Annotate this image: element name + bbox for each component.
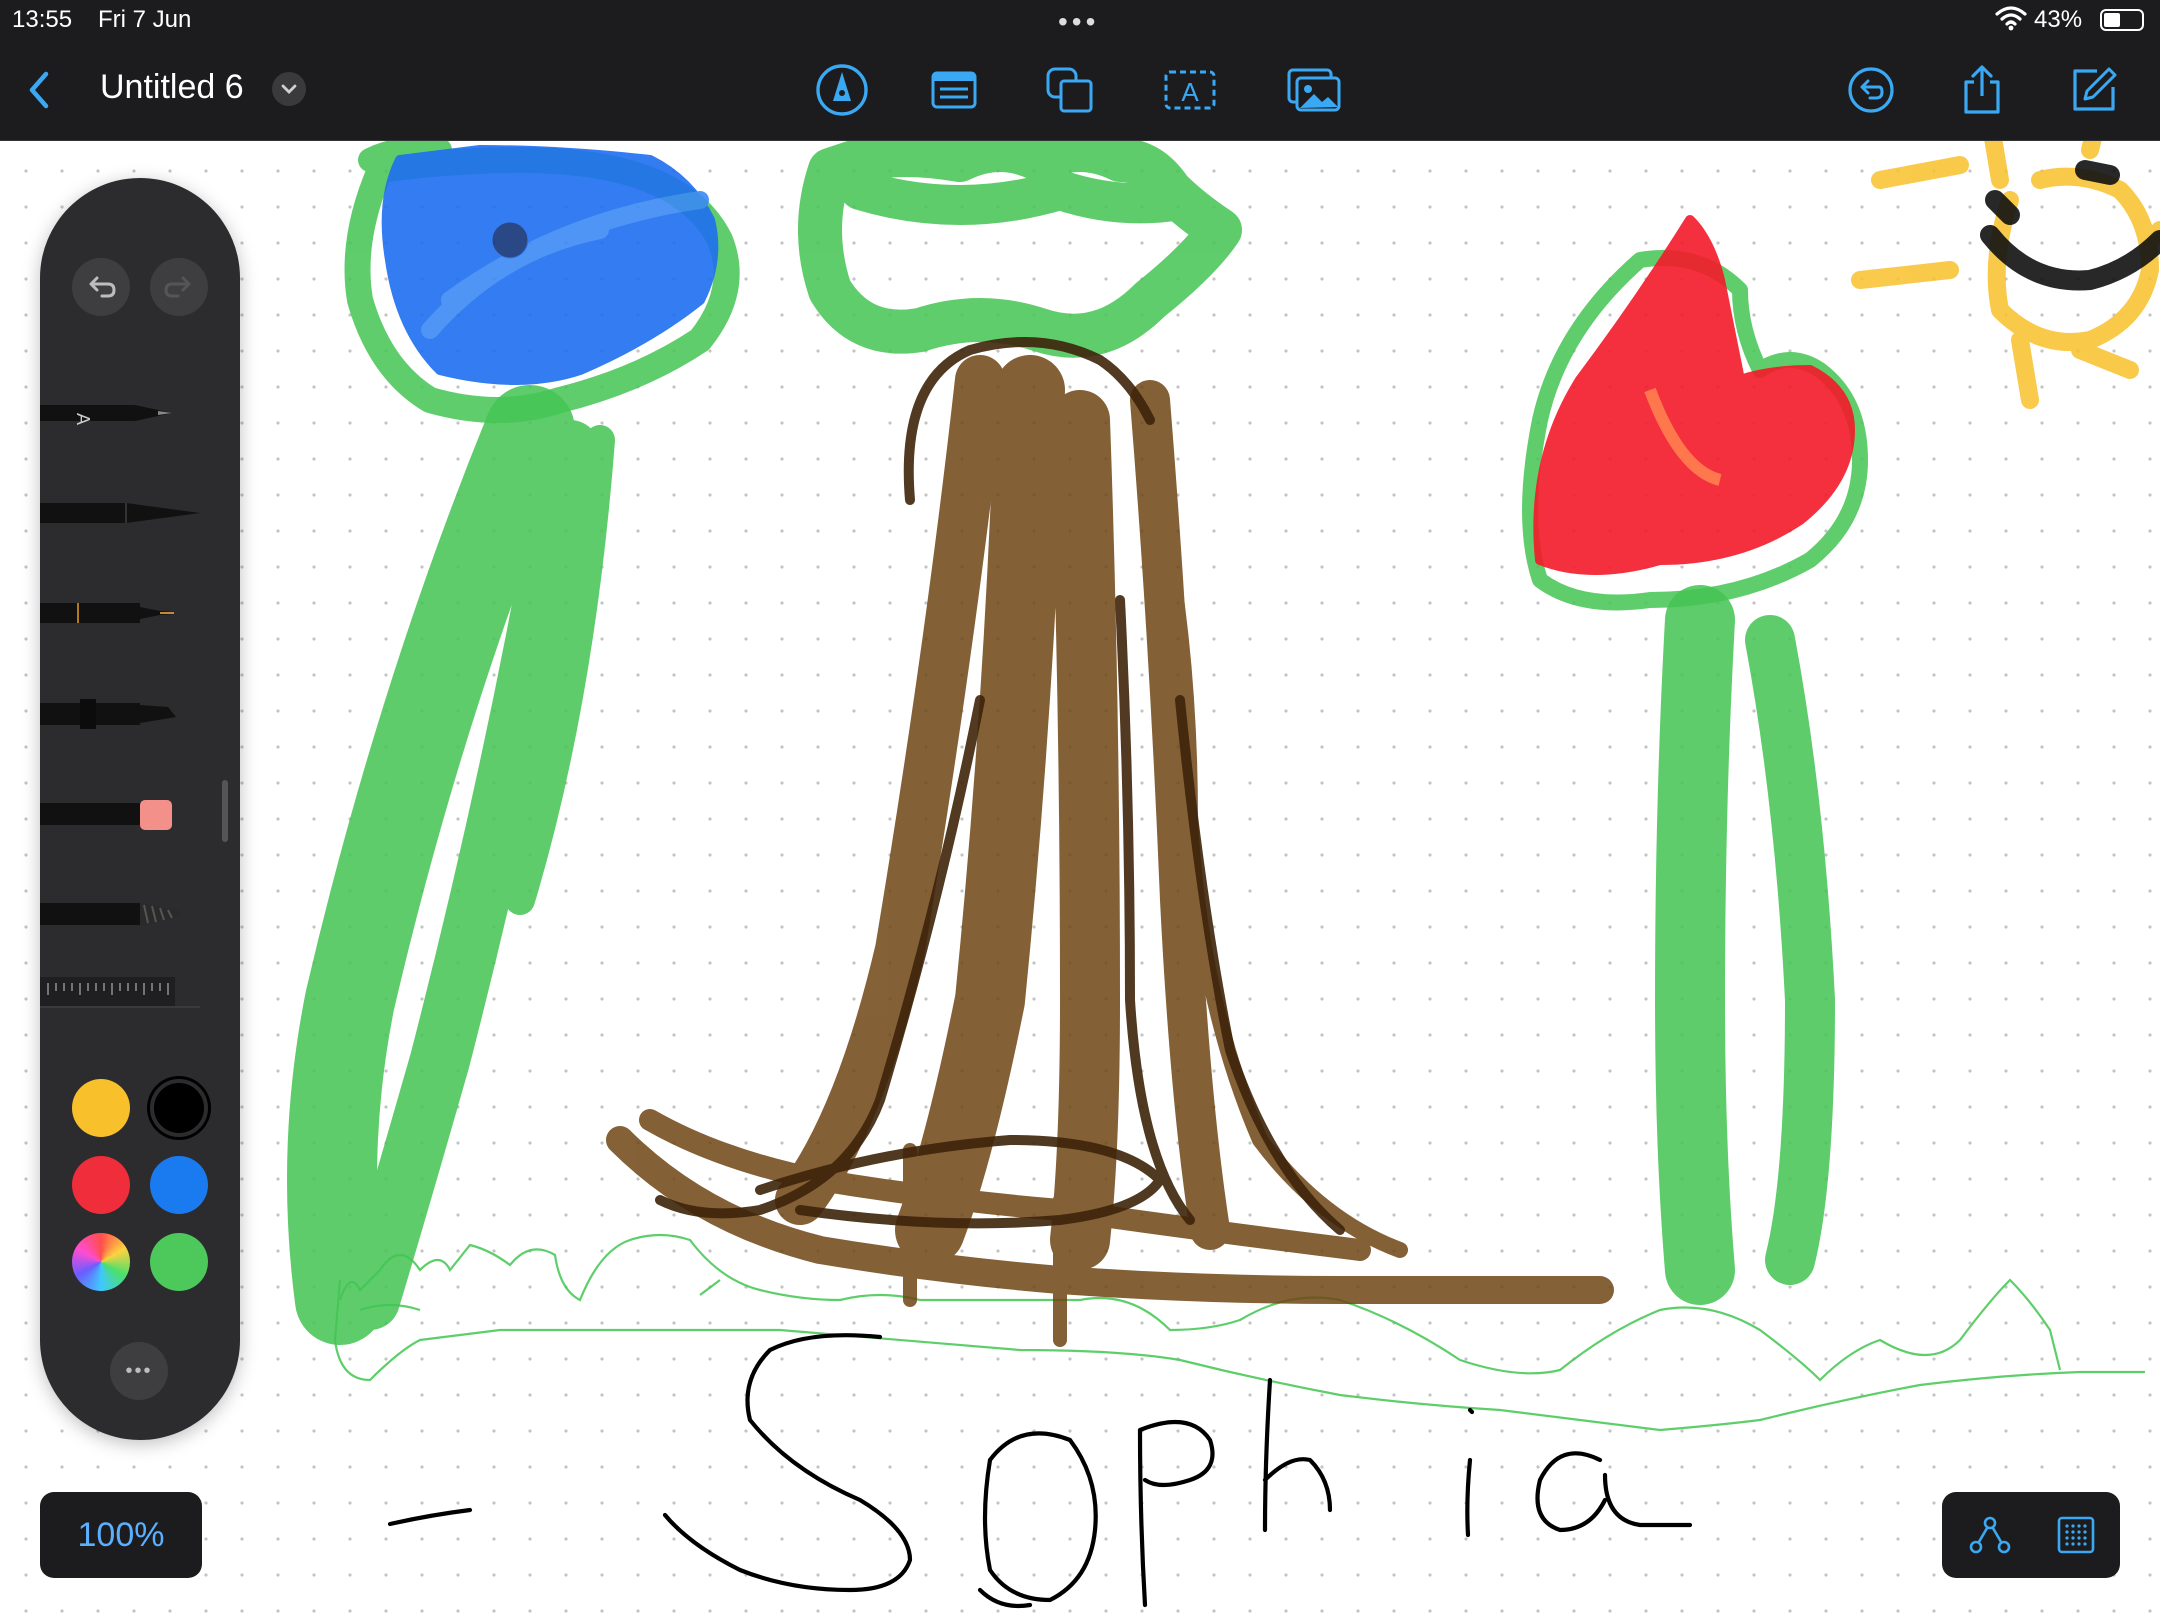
battery-icon xyxy=(2100,9,2144,31)
color-picker-multicolor[interactable] xyxy=(72,1233,130,1291)
left-flower-head xyxy=(381,145,719,385)
back-button[interactable] xyxy=(12,62,68,118)
shapes-icon xyxy=(1046,67,1093,113)
compose-icon xyxy=(2073,67,2117,111)
color-swatch-yellow[interactable] xyxy=(72,1079,130,1137)
right-flower-head xyxy=(1533,215,1855,575)
ruler-icon xyxy=(40,977,200,1008)
middle-tree-crown xyxy=(798,141,1242,358)
fineliner-icon xyxy=(40,503,200,523)
canvas-options-panel xyxy=(1942,1492,2120,1578)
pen-tool-button[interactable] xyxy=(814,62,870,118)
grid-toggle-button[interactable] xyxy=(2048,1507,2104,1563)
right-flower-stem xyxy=(1654,585,1836,1305)
undo-history-button[interactable] xyxy=(1843,62,1899,118)
redo-icon xyxy=(164,276,191,298)
multitask-dots[interactable]: ••• xyxy=(1058,6,1099,38)
text-insert-button[interactable]: A xyxy=(1162,62,1218,118)
svg-text:A: A xyxy=(1181,77,1199,107)
marker-icon xyxy=(40,699,176,729)
middle-tree-trunk xyxy=(606,355,1614,1347)
undo-history-icon xyxy=(1848,67,1894,113)
text-insert-icon: A xyxy=(1164,70,1216,110)
status-time: 13:55 xyxy=(12,6,73,33)
title-menu-button[interactable] xyxy=(272,72,306,106)
chevron-left-icon xyxy=(29,71,49,109)
svg-text:A: A xyxy=(73,413,93,425)
chevron-down-icon xyxy=(281,84,297,94)
monoline-icon xyxy=(40,603,174,623)
monoline-tool[interactable] xyxy=(40,583,240,643)
lasso-icon xyxy=(1969,1516,2011,1554)
undo-icon xyxy=(89,276,116,298)
more-options-button[interactable]: ••• xyxy=(110,1342,168,1400)
battery-percent: 43% xyxy=(2034,6,2083,33)
wifi-icon xyxy=(1995,4,2027,37)
color-swatch-red[interactable] xyxy=(72,1156,130,1214)
crayon-tool[interactable] xyxy=(40,883,240,943)
share-button[interactable] xyxy=(1954,62,2010,118)
pen-a-icon: A xyxy=(40,405,172,425)
undo-button[interactable] xyxy=(72,258,130,316)
pen-tip-icon xyxy=(816,64,868,116)
color-swatch-green[interactable] xyxy=(150,1233,208,1291)
drawing-layer xyxy=(287,141,2160,1609)
photo-icon xyxy=(1287,68,1341,112)
crayon-icon xyxy=(40,903,180,925)
text-box-button[interactable] xyxy=(926,62,982,118)
left-flower-stem xyxy=(287,385,615,1345)
lasso-button[interactable] xyxy=(1962,1507,2018,1563)
signature xyxy=(387,1333,1693,1609)
color-swatch-black-selected[interactable] xyxy=(150,1079,208,1137)
status-date: Fri 7 Jun xyxy=(98,6,192,33)
pen-a-tool[interactable]: A xyxy=(40,383,240,443)
fineliner-tool[interactable] xyxy=(40,483,240,543)
share-icon xyxy=(1964,65,2000,114)
color-swatch-blue[interactable] xyxy=(150,1156,208,1214)
marker-tool[interactable] xyxy=(40,683,240,743)
status-bar: 13:55 Fri 7 Jun ••• 43% xyxy=(0,0,2160,40)
top-toolbar: Untitled 6 A xyxy=(0,40,2160,141)
grass-stroke xyxy=(333,1233,2145,1432)
ruler-tool[interactable] xyxy=(40,963,240,1023)
compose-button[interactable] xyxy=(2066,62,2122,118)
redo-button[interactable] xyxy=(150,258,208,316)
zoom-level-button[interactable]: 100% xyxy=(40,1492,202,1578)
text-box-icon xyxy=(931,71,977,109)
shapes-button[interactable] xyxy=(1042,62,1098,118)
document-title[interactable]: Untitled 6 xyxy=(100,68,244,107)
drawing-canvas[interactable] xyxy=(0,141,2160,1620)
dot-grid-icon xyxy=(2057,1516,2095,1554)
palette-scrollbar[interactable] xyxy=(222,780,228,842)
tool-palette: A ••• xyxy=(40,178,240,1440)
eraser-icon xyxy=(40,800,172,830)
media-button[interactable] xyxy=(1286,62,1342,118)
eraser-tool[interactable] xyxy=(40,783,240,843)
